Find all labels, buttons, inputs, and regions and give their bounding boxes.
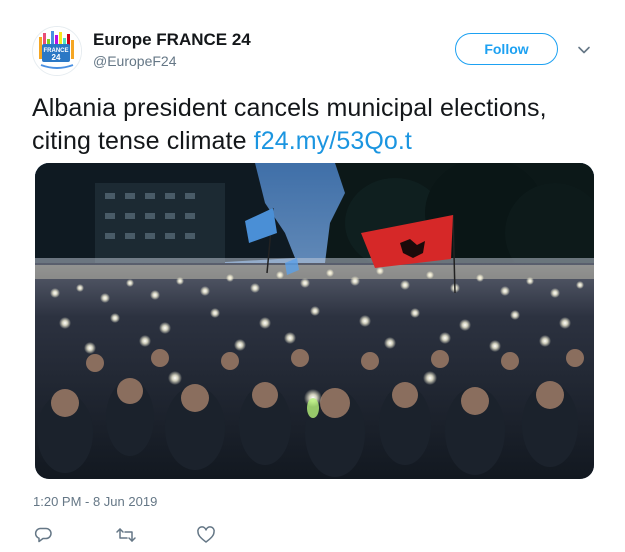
crowd-photo-image — [35, 163, 594, 479]
chevron-down-icon[interactable] — [576, 42, 592, 58]
tweet-link[interactable]: f24.my/53Qo.t — [254, 127, 412, 155]
tweet-card: FRANCE 24 Europe FRANCE 24 @EuropeF24 Fo… — [0, 0, 625, 552]
france24-logo-icon: FRANCE 24 — [33, 27, 81, 75]
tweet-photo[interactable] — [35, 163, 594, 479]
follow-button[interactable]: Follow — [455, 33, 558, 65]
reply-icon[interactable] — [33, 525, 55, 547]
avatar-logo-number: 24 — [52, 53, 61, 62]
author-name[interactable]: Europe FRANCE 24 — [93, 30, 251, 50]
timestamp[interactable]: 1:20 PM - 8 Jun 2019 — [33, 494, 157, 509]
tweet-text: Albania president cancels municipal elec… — [32, 92, 602, 158]
author-block[interactable]: Europe FRANCE 24 @EuropeF24 — [93, 30, 251, 70]
tweet-actions — [33, 525, 233, 547]
retweet-icon[interactable] — [115, 525, 137, 547]
heart-icon[interactable] — [196, 525, 218, 547]
author-handle[interactable]: @EuropeF24 — [93, 52, 251, 70]
avatar[interactable]: FRANCE 24 — [32, 26, 82, 76]
